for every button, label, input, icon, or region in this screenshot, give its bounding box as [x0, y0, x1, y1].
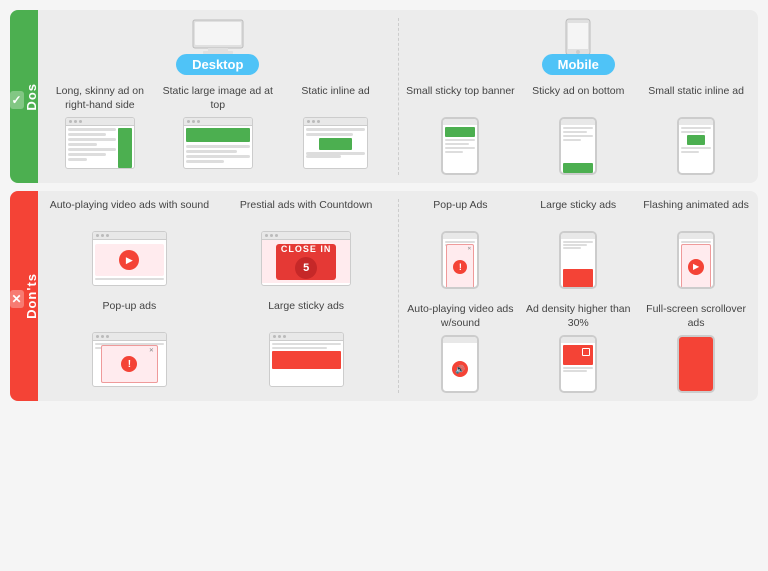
ad-item-static-large-top: Static large image ad at top: [162, 85, 274, 169]
close-in-box: CLOSE IN 5: [276, 244, 336, 280]
ad-label-prestial-countdown: Prestial ads with Countdown: [240, 199, 373, 227]
donts-desktop-ads-row2: Pop-up ads ✕ !: [44, 300, 392, 387]
ad-item-auto-play-mobile: Auto-playing video ads w/sound 🔊: [405, 303, 517, 393]
ad-mock-long-skinny: [65, 117, 135, 169]
ad-mock-prestial-countdown: CLOSE IN 5: [261, 231, 351, 286]
ad-item-popup-ads: Pop-up ads ✕ !: [44, 300, 215, 387]
ad-label-flashing-animated: Flashing animated ads: [643, 199, 749, 227]
ad-label-auto-play-mobile: Auto-playing video ads w/sound: [405, 303, 517, 331]
donts-section: Don'ts ✕ Auto-playing video ads with sou…: [10, 191, 758, 401]
mobile-chip: Mobile: [542, 54, 615, 75]
ad-mock-fullscreen: [677, 335, 715, 393]
ad-label-sticky-bottom: Sticky ad on bottom: [532, 85, 624, 113]
ad-label-fullscreen: Full-screen scrollover ads: [640, 303, 752, 331]
ad-mock-flashing-animated: ▶: [677, 231, 715, 289]
ad-mock-auto-play-video: ▶: [92, 231, 167, 286]
ad-label-static-inline: Static inline ad: [301, 85, 369, 113]
popup-window: ✕ !: [101, 345, 158, 383]
dos-text: Dos: [24, 83, 39, 111]
ad-label-static-large-top: Static large image ad at top: [162, 85, 274, 113]
donts-mobile-ads-row1: Pop-up Ads ✕ !: [405, 199, 753, 289]
ad-label-ad-density: Ad density higher than 30%: [522, 303, 634, 331]
desktop-icon: [188, 18, 248, 56]
dos-desktop-ads-row: Long, skinny ad on right-hand side: [44, 85, 392, 169]
donts-desktop-half: Auto-playing video ads with sound ▶: [44, 199, 399, 393]
donts-content: Auto-playing video ads with sound ▶: [38, 191, 758, 401]
flashing-overlay: ▶: [681, 244, 711, 289]
desktop-header: Desktop: [44, 18, 392, 75]
ad-label-popup-ads: Pop-up ads: [103, 300, 157, 328]
donts-icon: ✕: [10, 290, 24, 308]
ad-mock-auto-play-mobile: 🔊: [441, 335, 479, 393]
donts-desktop-ads-row1: Auto-playing video ads with sound ▶: [44, 199, 392, 286]
mobile-icon: [564, 18, 592, 56]
main-container: Dos ✓ Desktop: [0, 0, 768, 411]
dos-mobile-ads-row: Small sticky top banner: [405, 85, 753, 175]
density-block: [563, 345, 593, 365]
popup-overlay-mobile: ✕ !: [446, 244, 474, 289]
ad-item-prestial-countdown: Prestial ads with Countdown CLOSE IN 5: [221, 199, 392, 286]
large-sticky-red: [563, 269, 593, 289]
ad-item-small-static-inline: Small static inline ad: [640, 85, 752, 175]
ad-item-popup-ads-mobile: Pop-up Ads ✕ !: [405, 199, 517, 289]
ad-mock-static-large-top: [183, 117, 253, 169]
ad-mock-small-static-inline: [677, 117, 715, 175]
desktop-chip: Desktop: [176, 54, 259, 75]
ad-item-long-skinny: Long, skinny ad on right-hand side: [44, 85, 156, 169]
exclamation-icon: !: [121, 356, 137, 372]
ad-label-large-sticky-mobile: Large sticky ads: [540, 199, 616, 227]
donts-text: Don'ts: [24, 273, 39, 319]
desktop-device-wrapper: Desktop: [176, 18, 259, 75]
close-in-label: CLOSE IN: [281, 244, 332, 254]
ad-item-static-inline: Static inline ad: [280, 85, 392, 169]
ad-label-small-sticky-top: Small sticky top banner: [406, 85, 515, 113]
donts-mobile-ads-row2: Auto-playing video ads w/sound 🔊 Ad dens…: [405, 303, 753, 393]
donts-mobile-half: Pop-up Ads ✕ !: [399, 199, 753, 393]
ad-item-auto-play-video: Auto-playing video ads with sound ▶: [44, 199, 215, 286]
sound-icon: 🔊: [452, 361, 468, 377]
ad-mock-static-inline: [303, 117, 368, 169]
dos-section: Dos ✓ Desktop: [10, 10, 758, 183]
mobile-header: Mobile: [405, 18, 753, 75]
ad-mock-ad-density: [559, 335, 597, 393]
play-icon-flashing: ▶: [688, 259, 704, 275]
popup-exclamation: !: [453, 260, 467, 274]
ad-mock-sticky-bottom: [559, 117, 597, 175]
ad-mock-popup-ads: ✕ !: [92, 332, 167, 387]
ad-item-fullscreen: Full-screen scrollover ads: [640, 303, 752, 393]
dos-icon: ✓: [10, 91, 24, 109]
ad-mock-popup-ads-mobile: ✕ !: [441, 231, 479, 289]
ad-label-small-static-inline: Small static inline ad: [648, 85, 744, 113]
ad-mock-small-sticky-top: [441, 117, 479, 175]
dos-content: Desktop Long, skinny ad on right-hand si…: [38, 10, 758, 183]
close-in-countdown: 5: [295, 257, 317, 279]
play-icon: ▶: [119, 250, 139, 270]
ad-item-small-sticky-top: Small sticky top banner: [405, 85, 517, 175]
dos-label: Dos ✓: [10, 10, 38, 183]
ad-label-long-skinny: Long, skinny ad on right-hand side: [44, 85, 156, 113]
dos-mobile-half: Mobile Small sticky top banner: [399, 18, 753, 175]
ad-mock-large-sticky-mobile: [559, 231, 597, 289]
ad-mock-large-sticky-ads: [269, 332, 344, 387]
ad-label-auto-play-video: Auto-playing video ads with sound: [50, 199, 209, 227]
ad-item-large-sticky-ads: Large sticky ads: [221, 300, 392, 387]
ad-label-popup-ads-mobile: Pop-up Ads: [433, 199, 487, 227]
mobile-device-wrapper: Mobile: [542, 18, 615, 75]
ad-item-ad-density: Ad density higher than 30%: [522, 303, 634, 393]
dos-desktop-half: Desktop Long, skinny ad on right-hand si…: [44, 18, 399, 175]
donts-label: Don'ts ✕: [10, 191, 38, 401]
ad-label-large-sticky-ads: Large sticky ads: [268, 300, 344, 328]
ad-item-large-sticky-mobile: Large sticky ads: [522, 199, 634, 289]
ad-item-flashing-animated: Flashing animated ads ▶: [640, 199, 752, 289]
ad-item-sticky-bottom: Sticky ad on bottom: [522, 85, 634, 175]
